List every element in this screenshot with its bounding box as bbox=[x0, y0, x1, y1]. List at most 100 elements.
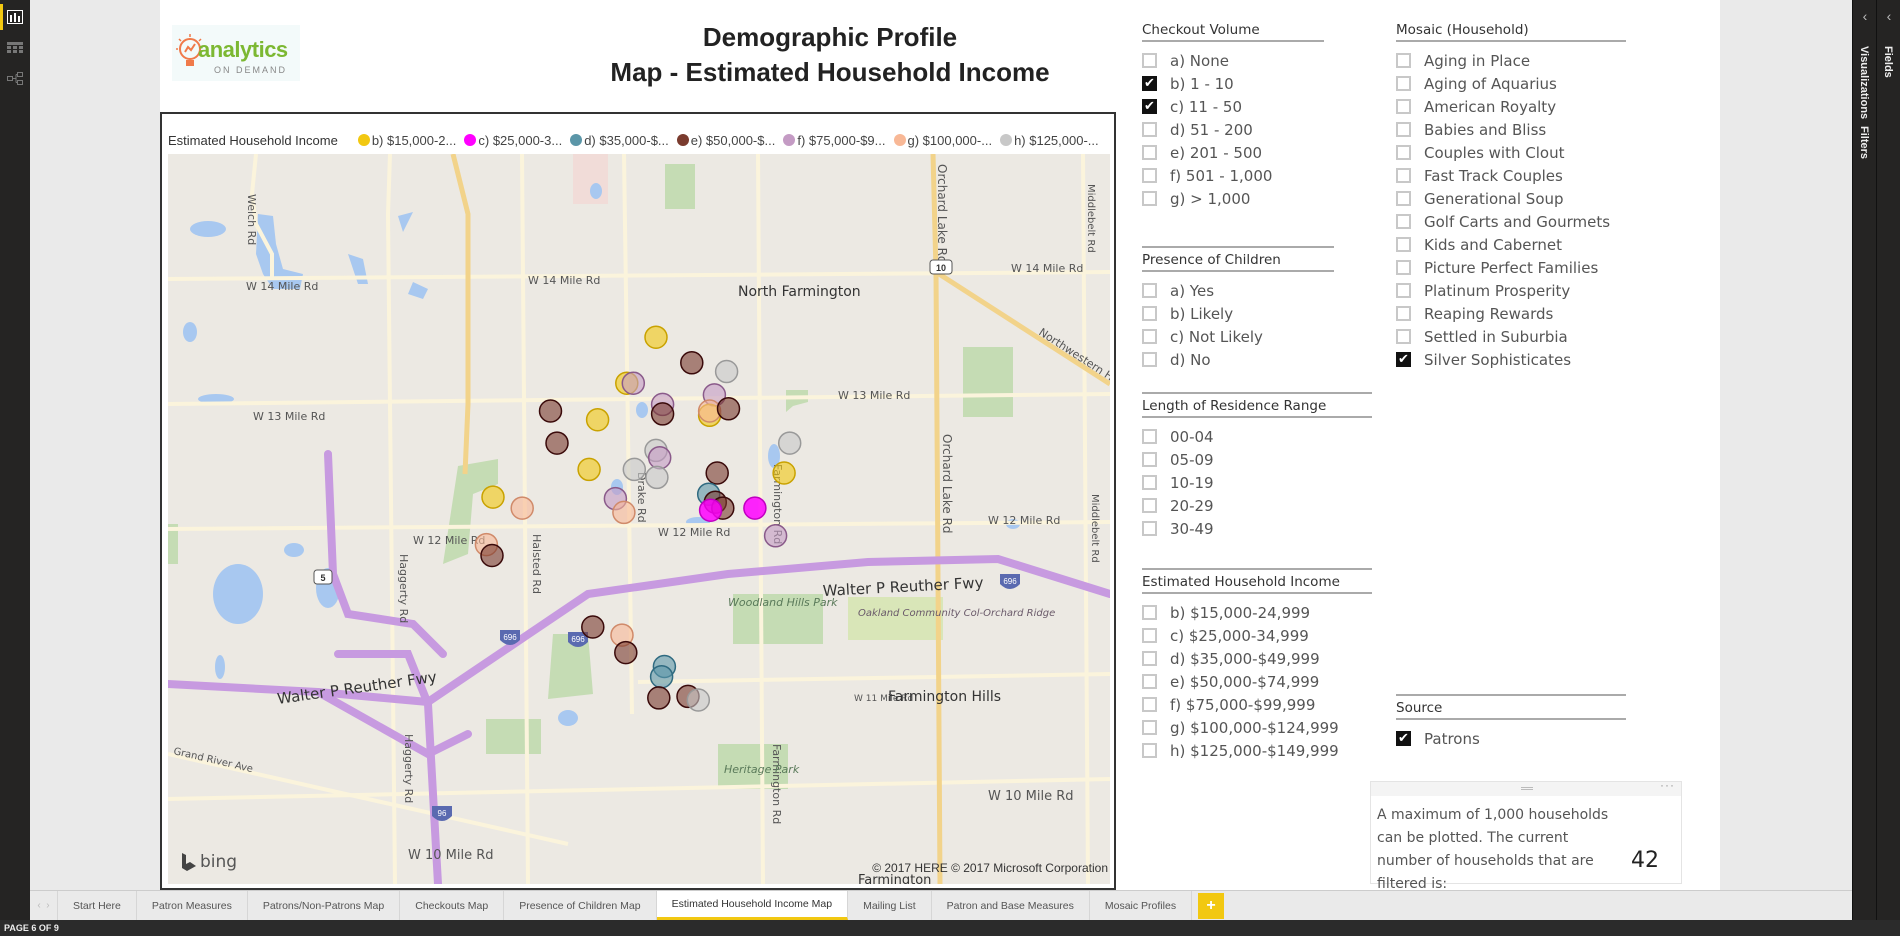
slicer-option[interactable]: d) 51 - 200 bbox=[1142, 118, 1324, 141]
checkbox-unchecked-icon[interactable] bbox=[1142, 168, 1157, 183]
slicer-option[interactable]: Aging in Place bbox=[1396, 49, 1626, 72]
household-point[interactable] bbox=[538, 399, 563, 423]
checkbox-unchecked-icon[interactable] bbox=[1396, 122, 1411, 137]
slicer-option[interactable]: h) $125,000-$149,999 bbox=[1142, 739, 1372, 762]
collapse-chevron-icon[interactable]: ‹ bbox=[1877, 8, 1900, 24]
household-point[interactable] bbox=[680, 351, 704, 375]
checkbox-unchecked-icon[interactable] bbox=[1142, 53, 1157, 68]
checkbox-unchecked-icon[interactable] bbox=[1142, 651, 1157, 666]
checkbox-unchecked-icon[interactable] bbox=[1142, 674, 1157, 689]
checkbox-unchecked-icon[interactable] bbox=[1142, 283, 1157, 298]
checkbox-unchecked-icon[interactable] bbox=[1142, 352, 1157, 367]
slicer-option[interactable]: 10-19 bbox=[1142, 471, 1372, 494]
checkbox-checked-icon[interactable]: ✔ bbox=[1396, 731, 1411, 746]
checkbox-unchecked-icon[interactable] bbox=[1396, 99, 1411, 114]
legend-item[interactable]: c) $25,000-3... bbox=[464, 133, 562, 148]
legend-item[interactable]: h) $125,000-... bbox=[1000, 133, 1099, 148]
page-tab[interactable]: Patron Measures bbox=[137, 891, 248, 920]
checkbox-unchecked-icon[interactable] bbox=[1142, 628, 1157, 643]
bing-map[interactable]: W 14 Mile Rd W 14 Mile Rd W 14 Mile Rd W… bbox=[168, 154, 1110, 884]
checkbox-unchecked-icon[interactable] bbox=[1142, 306, 1157, 321]
checkbox-unchecked-icon[interactable] bbox=[1396, 260, 1411, 275]
slicer-option[interactable]: g) $100,000-$124,999 bbox=[1142, 716, 1372, 739]
filters-pane-label[interactable]: Filters bbox=[1858, 126, 1870, 159]
slicer-option[interactable]: 05-09 bbox=[1142, 448, 1372, 471]
checkbox-unchecked-icon[interactable] bbox=[1142, 329, 1157, 344]
household-point[interactable] bbox=[649, 664, 674, 689]
page-tab[interactable]: Patrons/Non-Patrons Map bbox=[248, 891, 401, 920]
legend-item[interactable]: e) $50,000-$... bbox=[676, 133, 775, 148]
slicer-option[interactable]: a) Yes bbox=[1142, 279, 1334, 302]
slicer-option[interactable]: ✔ Patrons bbox=[1396, 727, 1626, 750]
fields-pane[interactable]: ‹ Fields bbox=[1876, 0, 1900, 936]
slicer-option[interactable]: Picture Perfect Families bbox=[1396, 256, 1626, 279]
slicer-option[interactable]: d) $35,000-$49,999 bbox=[1142, 647, 1372, 670]
page-tab[interactable]: Start Here bbox=[58, 891, 137, 920]
checkbox-checked-icon[interactable]: ✔ bbox=[1396, 352, 1411, 367]
household-point[interactable] bbox=[510, 496, 534, 520]
household-point[interactable] bbox=[777, 431, 802, 455]
legend-item[interactable]: b) $15,000-2... bbox=[357, 133, 456, 148]
checkbox-unchecked-icon[interactable] bbox=[1142, 452, 1157, 467]
checkbox-unchecked-icon[interactable] bbox=[1142, 743, 1157, 758]
checkbox-unchecked-icon[interactable] bbox=[1142, 145, 1157, 160]
household-point[interactable] bbox=[480, 543, 504, 568]
page-tab[interactable]: Mailing List bbox=[848, 891, 932, 920]
slicer-option[interactable]: 00-04 bbox=[1142, 425, 1372, 448]
household-point[interactable] bbox=[481, 485, 505, 509]
slicer-option[interactable]: e) $50,000-$74,999 bbox=[1142, 670, 1372, 693]
household-point[interactable] bbox=[743, 496, 767, 520]
slicer-option[interactable]: Fast Track Couples bbox=[1396, 164, 1626, 187]
legend-item[interactable]: g) $100,000-... bbox=[893, 133, 992, 148]
slicer-option[interactable]: American Royalty bbox=[1396, 95, 1626, 118]
page-tab[interactable]: Presence of Children Map bbox=[504, 891, 657, 920]
more-options-icon[interactable]: ··· bbox=[1660, 778, 1675, 792]
household-point[interactable] bbox=[647, 445, 672, 470]
household-point[interactable] bbox=[714, 359, 739, 384]
slicer-option[interactable]: Settled in Suburbia bbox=[1396, 325, 1626, 348]
page-tab[interactable]: Estimated Household Income Map bbox=[656, 891, 849, 920]
household-point[interactable] bbox=[612, 500, 636, 525]
household-point[interactable] bbox=[763, 524, 788, 548]
slicer-option[interactable]: Kids and Cabernet bbox=[1396, 233, 1626, 256]
drag-grip-icon[interactable] bbox=[1521, 787, 1533, 790]
household-point[interactable] bbox=[705, 461, 729, 485]
checkbox-unchecked-icon[interactable] bbox=[1142, 697, 1157, 712]
checkbox-unchecked-icon[interactable] bbox=[1142, 475, 1157, 490]
checkbox-unchecked-icon[interactable] bbox=[1396, 329, 1411, 344]
page-tab[interactable]: Patron and Base Measures bbox=[932, 891, 1090, 920]
checkbox-unchecked-icon[interactable] bbox=[1142, 191, 1157, 206]
household-point[interactable] bbox=[581, 615, 605, 639]
legend-item[interactable]: d) $35,000-$... bbox=[570, 133, 669, 148]
collapse-chevron-icon[interactable]: ‹ bbox=[1853, 8, 1877, 24]
household-point[interactable] bbox=[650, 402, 675, 426]
slicer-option[interactable]: g) > 1,000 bbox=[1142, 187, 1324, 210]
household-point[interactable] bbox=[545, 431, 569, 455]
checkbox-unchecked-icon[interactable] bbox=[1396, 306, 1411, 321]
slicer-option[interactable]: b) $15,000-24,999 bbox=[1142, 601, 1372, 624]
slicer-option[interactable]: Golf Carts and Gourmets bbox=[1396, 210, 1626, 233]
slicer-option[interactable]: 20-29 bbox=[1142, 494, 1372, 517]
slicer-option[interactable]: ✔ Silver Sophisticates bbox=[1396, 348, 1626, 371]
household-point[interactable] bbox=[585, 407, 610, 432]
household-point[interactable] bbox=[716, 397, 741, 421]
card-header-bar[interactable]: ··· bbox=[1371, 778, 1681, 796]
visualizations-pane-label[interactable]: Visualizations bbox=[1858, 46, 1870, 119]
household-point[interactable] bbox=[644, 325, 668, 349]
household-count-card[interactable]: ··· A maximum of 1,000 households can be… bbox=[1370, 778, 1682, 892]
checkbox-unchecked-icon[interactable] bbox=[1396, 214, 1411, 229]
household-point[interactable] bbox=[772, 461, 796, 485]
slicer-option[interactable]: Aging of Aquarius bbox=[1396, 72, 1626, 95]
fields-pane-label[interactable]: Fields bbox=[1882, 46, 1894, 78]
checkbox-unchecked-icon[interactable] bbox=[1396, 283, 1411, 298]
household-point[interactable] bbox=[645, 465, 669, 490]
household-point[interactable] bbox=[698, 498, 723, 522]
slicer-option[interactable]: ✔ b) 1 - 10 bbox=[1142, 72, 1324, 95]
slicer-option[interactable]: c) $25,000-34,999 bbox=[1142, 624, 1372, 647]
checkbox-unchecked-icon[interactable] bbox=[1142, 429, 1157, 444]
tab-scroll-right-icon[interactable]: › bbox=[46, 900, 49, 911]
checkbox-unchecked-icon[interactable] bbox=[1396, 76, 1411, 91]
report-view-button[interactable] bbox=[0, 2, 30, 32]
slicer-option[interactable]: f) $75,000-$99,999 bbox=[1142, 693, 1372, 716]
income-map-visual[interactable]: Estimated Household Income b) $15,000-2.… bbox=[160, 112, 1116, 890]
